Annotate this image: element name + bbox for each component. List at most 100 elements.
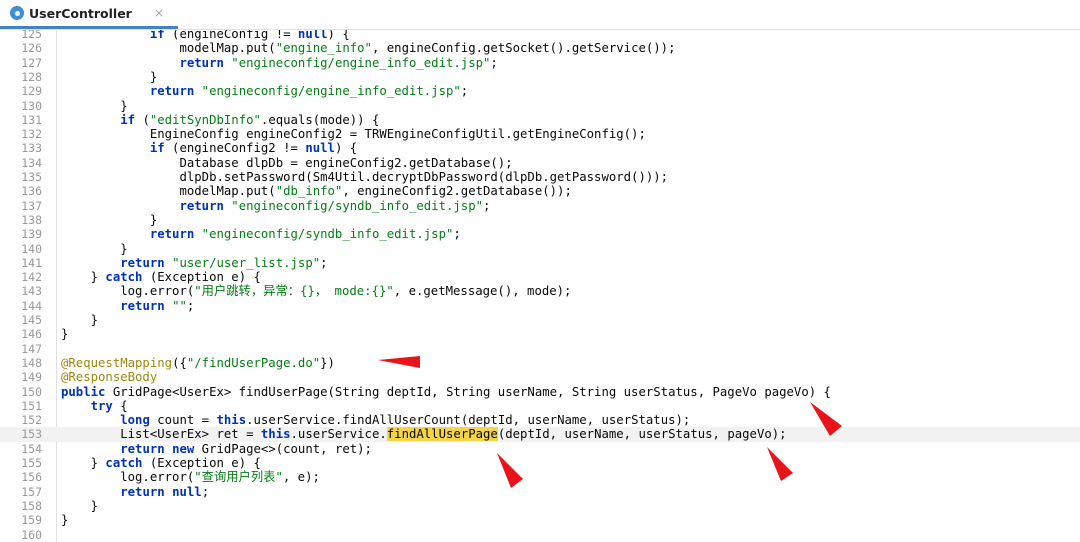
line-number: 127 (21, 55, 42, 70)
code-line[interactable]: 157 return null; (0, 485, 1080, 499)
code-line[interactable]: 152 long count = this.userService.findAl… (0, 413, 1080, 427)
code-token: new (172, 441, 195, 456)
code-token: }) (320, 355, 335, 370)
code-line[interactable]: 160 (0, 528, 1080, 542)
code-line[interactable]: 129 return "engineconfig/engine_info_edi… (0, 84, 1080, 98)
line-number: 130 (21, 98, 42, 113)
code-text: } (61, 313, 98, 327)
code-token: catch (105, 270, 143, 285)
code-token: ; (460, 84, 469, 99)
code-text: return "engineconfig/syndb_info_edit.jsp… (61, 199, 490, 213)
code-line[interactable]: 137 return "engineconfig/syndb_info_edit… (0, 199, 1080, 213)
code-token: "db_info" (275, 184, 343, 199)
code-line[interactable]: 145 } (0, 313, 1080, 327)
code-token: catch (105, 456, 143, 470)
code-line[interactable]: 159} (0, 513, 1080, 527)
code-line[interactable]: 136 modelMap.put("db_info", engineConfig… (0, 184, 1080, 198)
code-line[interactable]: 134 Database dlpDb = engineConfig2.getDa… (0, 156, 1080, 170)
code-line[interactable]: 149 @ResponseBody (0, 370, 1080, 384)
code-line[interactable]: 146} (0, 327, 1080, 341)
code-token: } (61, 498, 99, 513)
line-number: 154 (21, 441, 42, 456)
code-token: } (61, 69, 158, 84)
code-editor[interactable]: 125 if (engineConfig != null) {126 model… (0, 30, 1080, 542)
code-line[interactable]: 128 } (0, 70, 1080, 84)
code-token: ( (135, 112, 150, 127)
line-number: 142 (21, 270, 42, 285)
code-line[interactable]: 132 EngineConfig engineConfig2 = TRWEngi… (0, 127, 1080, 141)
code-line[interactable]: 144 return ""; (0, 299, 1080, 313)
code-text: log.error("查询用户列表", e); (61, 470, 320, 484)
code-token: ; (453, 227, 461, 242)
code-line[interactable]: 151 try { (0, 399, 1080, 413)
code-line[interactable]: 135 dlpDb.setPassword(Sm4Util.decryptDbP… (0, 170, 1080, 184)
tab-label: UserController (29, 5, 132, 21)
code-line[interactable]: 133 if (engineConfig2 != null) { (0, 141, 1080, 155)
line-number: 157 (21, 484, 42, 499)
code-line[interactable]: 158 } (0, 499, 1080, 513)
code-text: dlpDb.setPassword(Sm4Util.decryptDbPassw… (61, 170, 668, 184)
code-token: } (61, 327, 69, 342)
code-line[interactable]: 131 if ("editSynDbInfo".equals(mode)) { (0, 113, 1080, 127)
line-number: 156 (21, 470, 42, 485)
line-number: 155 (21, 456, 42, 470)
code-token: "engineconfig/syndb_info_edit.jsp" (201, 227, 454, 242)
code-token: ; (490, 55, 498, 70)
code-text: public GridPage<UserEx> findUserPage(Str… (61, 385, 831, 399)
code-token: .equals(mode)) { (260, 112, 380, 127)
code-token: } (61, 456, 106, 470)
line-number: 148 (21, 355, 42, 370)
code-line[interactable]: 143 log.error("用户跳转，异常：{}， mode:{}", e.g… (0, 284, 1080, 298)
code-token: .userService. (290, 427, 387, 442)
code-line[interactable]: 127 return "engineconfig/engine_info_edi… (0, 56, 1080, 70)
code-token: @ResponseBody (61, 370, 158, 385)
line-number: 133 (21, 141, 42, 156)
code-token: log.error( (61, 470, 195, 485)
code-token: modelMap.put( (61, 184, 276, 199)
code-token: this (260, 427, 291, 442)
tab-close-icon[interactable]: × (154, 6, 164, 20)
tab-usercontroller[interactable]: UserController × (0, 0, 178, 29)
code-line[interactable]: 139 return "engineconfig/syndb_info_edit… (0, 227, 1080, 241)
code-token: modelMap.put( (61, 41, 276, 56)
code-text: return "engineconfig/engine_info_edit.js… (61, 55, 498, 70)
code-text: } (61, 513, 68, 527)
code-token: (engineConfig != (164, 30, 298, 41)
code-token: public (61, 384, 106, 399)
code-line[interactable]: 141 return "user/user_list.jsp"; (0, 256, 1080, 270)
code-line[interactable]: 154 return new GridPage<>(count, ret); (0, 442, 1080, 456)
code-line[interactable]: 155 } catch (Exception e) { (0, 456, 1080, 470)
code-token: "engineconfig/engine_info_edit.jsp" (201, 84, 461, 99)
line-number: 146 (21, 327, 42, 342)
line-number: 138 (21, 212, 42, 227)
code-text: try { (61, 399, 128, 413)
code-line[interactable]: 140 } (0, 242, 1080, 256)
code-text: } (61, 99, 127, 113)
code-line[interactable]: 125 if (engineConfig != null) { (0, 30, 1080, 41)
code-token: return (120, 298, 165, 313)
code-text: } (61, 242, 127, 256)
code-token: List<UserEx> ret = (61, 427, 261, 442)
code-line[interactable]: 142 } catch (Exception e) { (0, 270, 1080, 284)
code-text: return "engineconfig/engine_info_edit.js… (61, 84, 468, 98)
code-line[interactable]: 126 modelMap.put("engine_info", engineCo… (0, 41, 1080, 55)
code-line[interactable]: 130 } (0, 99, 1080, 113)
code-line[interactable]: 147 (0, 342, 1080, 356)
line-number: 140 (21, 241, 42, 256)
code-token: "engineconfig/engine_info_edit.jsp" (231, 55, 491, 70)
code-line[interactable]: 150 public GridPage<UserEx> findUserPage(… (0, 385, 1080, 399)
code-line[interactable]: 156 log.error("查询用户列表", e); (0, 470, 1080, 484)
code-text: return "user/user_list.jsp"; (61, 256, 327, 270)
line-number: 131 (21, 112, 42, 127)
line-number: 128 (21, 69, 42, 84)
code-token: (engineConfig2 != (164, 141, 306, 156)
code-line[interactable]: 138 } (0, 213, 1080, 227)
code-line[interactable]: 148 @RequestMapping({"/findUserPage.do"}) (0, 356, 1080, 370)
code-line[interactable]: 153 List<UserEx> ret = this.userService.… (0, 427, 1080, 442)
code-text: @RequestMapping({"/findUserPage.do"}) (61, 356, 335, 370)
